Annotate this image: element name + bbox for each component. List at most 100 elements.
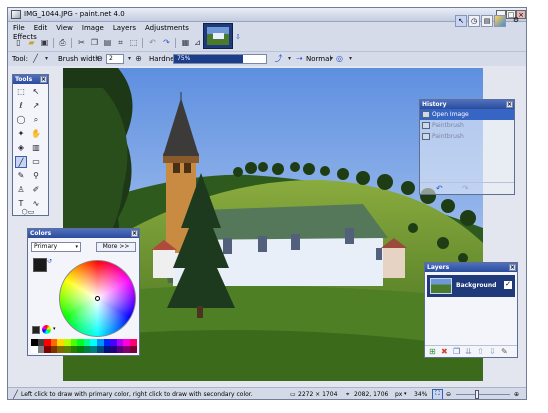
history-window-toggle-icon[interactable]: ◷	[468, 15, 480, 27]
palette-swatch[interactable]	[110, 346, 117, 353]
shapes-tool-icon[interactable]: ⬡▭	[15, 208, 41, 216]
undo-icon[interactable]: ↶	[436, 184, 443, 193]
more-colors-button[interactable]: More >>	[96, 242, 136, 252]
zoom-in-icon[interactable]: ⊕	[514, 391, 519, 398]
rectangle-select-tool-icon[interactable]: ⬚	[15, 86, 27, 98]
brush-width-increase-icon[interactable]: ⊕	[133, 53, 144, 64]
move-layer-up-icon[interactable]: ⇧	[477, 347, 484, 356]
palette-swatch[interactable]	[97, 339, 104, 346]
palette-swatch[interactable]	[97, 346, 104, 353]
layer-item[interactable]: Background ✓	[427, 275, 515, 297]
palette-swatch[interactable]	[123, 346, 130, 353]
ruler-icon[interactable]: ⊿	[192, 37, 203, 48]
add-layer-icon[interactable]: ⊞	[429, 347, 436, 356]
pencil-tool-icon[interactable]: ✎	[15, 170, 27, 182]
zoom-slider-thumb[interactable]	[475, 390, 479, 399]
palette-icon[interactable]	[42, 325, 51, 334]
zoom-value[interactable]: 34%	[414, 391, 427, 398]
merge-layer-down-icon[interactable]: ⇊	[465, 347, 472, 356]
palette-swatch[interactable]	[110, 339, 117, 346]
undo-icon[interactable]: ↶	[147, 37, 158, 48]
paintbrush-tool-icon[interactable]: ╱	[15, 156, 27, 168]
palette-swatch[interactable]	[57, 346, 64, 353]
color-mode-select[interactable]: Primary ▾	[31, 242, 81, 252]
palette-swatch[interactable]	[70, 346, 78, 353]
palette-swatch[interactable]	[83, 346, 91, 353]
copy-icon[interactable]: ❐	[89, 37, 100, 48]
crop-to-selection-icon[interactable]: ⌗	[115, 37, 126, 48]
menu-layers[interactable]: Layers	[108, 23, 140, 32]
history-item[interactable]: Open Image	[420, 109, 514, 120]
move-selection-tool-icon[interactable]: ↗	[30, 100, 42, 112]
palette-swatch[interactable]	[77, 346, 84, 353]
gradient-tool-icon[interactable]: ▥	[30, 142, 42, 154]
tools-window-toggle-icon[interactable]: ↖	[455, 15, 467, 27]
units-selector[interactable]: px	[395, 391, 402, 398]
color-wheel-marker[interactable]	[95, 296, 100, 301]
palette-swatch[interactable]	[70, 339, 78, 346]
layers-window-toggle-icon[interactable]: ▤	[481, 15, 493, 27]
brush-width-decrease-icon[interactable]: ⊖	[94, 53, 105, 64]
close-icon[interactable]: ×	[509, 264, 516, 271]
pan-tool-icon[interactable]: ✋	[30, 128, 42, 140]
palette-swatch[interactable]	[130, 346, 137, 353]
help-icon[interactable]: ?	[522, 15, 526, 27]
redo-icon[interactable]: ↷	[161, 37, 172, 48]
alpha-blending-icon[interactable]: ◎	[334, 53, 345, 64]
palette-swatch[interactable]	[31, 339, 38, 346]
palette-swatch[interactable]	[90, 346, 97, 353]
palette-swatch[interactable]	[64, 339, 71, 346]
close-icon[interactable]: ×	[40, 76, 47, 83]
paint-bucket-tool-icon[interactable]: ◈	[15, 142, 27, 154]
duplicate-layer-icon[interactable]: ❐	[453, 347, 460, 356]
menu-adjustments[interactable]: Adjustments	[140, 23, 193, 32]
history-item[interactable]: Paintbrush	[420, 131, 514, 142]
close-icon[interactable]: ×	[131, 230, 138, 237]
deselect-icon[interactable]: ⬚	[128, 37, 139, 48]
open-folder-icon[interactable]: ▰	[26, 37, 37, 48]
palette-swatch[interactable]	[103, 346, 111, 353]
color-wheel[interactable]	[59, 260, 136, 337]
hardness-slider[interactable]: 75%	[173, 54, 267, 64]
lasso-select-tool-icon[interactable]: ℓ	[15, 100, 27, 112]
cut-icon[interactable]: ✂	[76, 37, 87, 48]
menu-view[interactable]: View	[51, 23, 77, 32]
menu-edit[interactable]: Edit	[29, 23, 52, 32]
reset-colors-icon[interactable]	[32, 326, 40, 334]
close-icon[interactable]: ×	[506, 101, 513, 108]
grid-icon[interactable]: ▦	[180, 37, 191, 48]
paintbrush-tool-icon[interactable]: ╱	[30, 53, 41, 64]
layer-properties-icon[interactable]: ✎	[501, 347, 508, 356]
move-layer-down-icon[interactable]: ⇩	[489, 347, 496, 356]
recolor-tool-icon[interactable]: ✐	[30, 184, 42, 196]
clone-stamp-tool-icon[interactable]: ♙	[15, 184, 27, 196]
save-icon[interactable]: ▣	[39, 37, 50, 48]
history-item[interactable]: Paintbrush	[420, 120, 514, 131]
eraser-tool-icon[interactable]: ▭	[30, 156, 42, 168]
new-file-icon[interactable]: ▯	[13, 37, 24, 48]
palette-swatch[interactable]	[44, 346, 51, 353]
palette-swatch[interactable]	[83, 339, 91, 346]
palette-swatch[interactable]	[116, 339, 124, 346]
menu-file[interactable]: File	[8, 23, 29, 32]
delete-layer-icon[interactable]: ✖	[441, 347, 448, 356]
print-icon[interactable]: ⎙	[57, 37, 68, 48]
move-selected-tool-icon[interactable]: ↖	[30, 86, 42, 98]
brush-width-input[interactable]: 2	[106, 54, 124, 64]
zoom-slider-track[interactable]	[456, 394, 510, 395]
palette-swatch[interactable]	[64, 346, 71, 353]
magic-wand-tool-icon[interactable]: ✦	[15, 128, 27, 140]
palette-swatch[interactable]	[103, 339, 111, 346]
blend-mode-icon[interactable]: ⇢	[294, 53, 305, 64]
color-picker-tool-icon[interactable]: ⚲	[30, 170, 42, 182]
palette-dropdown-icon[interactable]: ▾	[53, 326, 56, 332]
settings-gear-icon[interactable]: ⚙	[510, 15, 522, 27]
antialiasing-icon[interactable]: ⤴	[273, 53, 284, 64]
palette-swatch[interactable]	[37, 339, 45, 346]
zoom-to-window-icon[interactable]: ⛶	[432, 389, 443, 399]
palette-swatch[interactable]	[57, 339, 64, 346]
units-dropdown-icon[interactable]: ▾	[404, 391, 407, 397]
palette-swatch[interactable]	[123, 339, 130, 346]
palette-swatch[interactable]	[37, 346, 45, 353]
zoom-tool-icon[interactable]: ⌕	[30, 114, 42, 126]
